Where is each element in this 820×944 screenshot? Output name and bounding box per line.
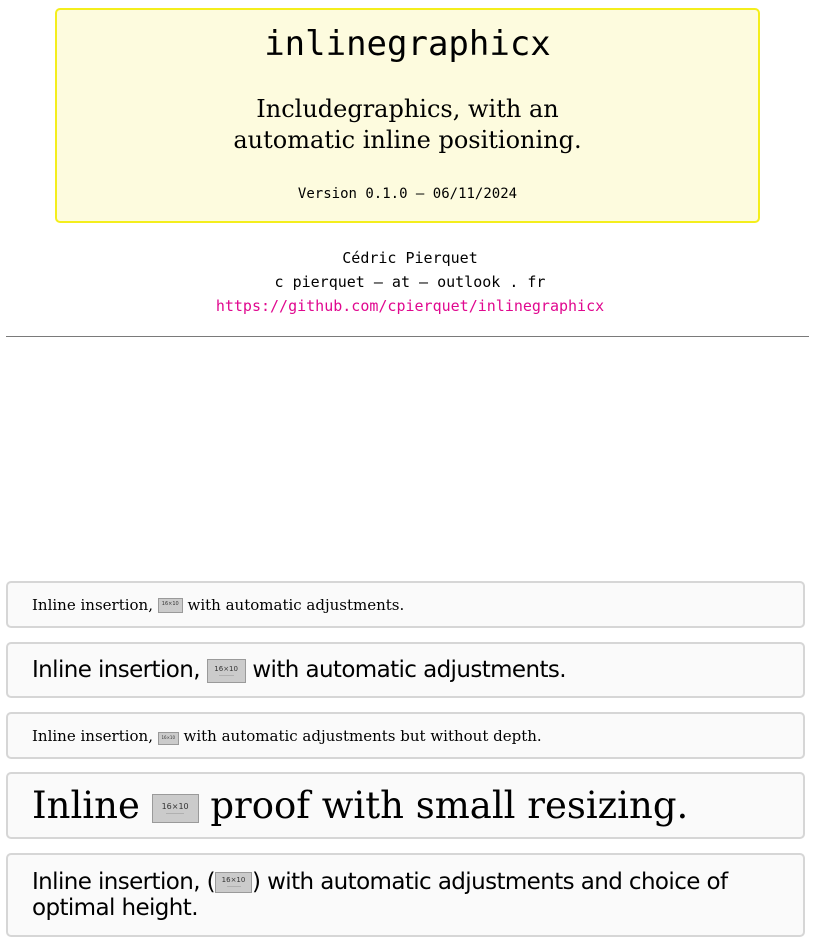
placeholder-caption-line [218,674,234,676]
author-name: Cédric Pierquet [342,249,478,267]
placeholder-caption-line [166,813,185,814]
demo-box-small-resizing: Inline 16×10 proof with small resizing. [6,772,805,839]
demo-text-before: Inline insertion, [32,657,207,683]
demo-text: Inline insertion, 16×10 with automatic a… [32,596,404,614]
demo-box-without-depth: Inline insertion, 16×10 with automatic a… [6,712,805,759]
subtitle-line-1: Includegraphics, with an [256,95,559,123]
demo-text: Inline 16×10 proof with small resizing. [32,784,688,827]
demo-text: Inline insertion, 16×10 with automatic a… [32,727,542,745]
subtitle: Includegraphics, with an automatic inlin… [57,94,758,156]
placeholder-label: 16×10 [161,601,179,607]
demo-text: Inline insertion, (16×10) with automatic… [32,869,785,921]
placeholder-label: 16×10 [214,664,238,673]
demo-text-before: Inline insertion, ( [32,869,216,895]
demo-text-before: Inline [32,784,152,827]
placeholder-image: 16×10 [157,731,179,745]
version-line: Version 0.1.0 – 06/11/2024 [297,186,518,202]
demo-box-sans-large: Inline insertion, 16×10 with automatic a… [6,642,805,698]
placeholder-label: 16×10 [161,734,176,740]
demo-text-after: with automatic adjustments. [182,595,405,614]
placeholder-caption-line [226,886,241,887]
demo-text: Inline insertion, 16×10 with automatic a… [32,657,567,683]
demo-text-after: proof with small resizing. [198,784,689,827]
demo-text-after: with automatic adjustments but without d… [178,726,542,745]
horizontal-rule [6,336,809,337]
demo-box-optimal-height: Inline insertion, (16×10) with automatic… [6,853,805,937]
placeholder-image: 16×10 [215,872,252,893]
title-box: inlinegraphicx Includegraphics, with an … [55,8,760,223]
demo-text-before: Inline insertion, [32,726,158,745]
demo-text-before: Inline insertion, [32,595,158,614]
demo-text-after: with automatic adjustments. [245,657,566,683]
placeholder-label: 16×10 [161,802,189,811]
placeholder-label: 16×10 [221,876,246,884]
demo-box-serif-small: Inline insertion, 16×10 with automatic a… [6,581,805,628]
repository-link[interactable]: https://github.com/cpierquet/inlinegraph… [0,294,820,318]
author-email: c pierquet – at – outlook . fr [274,273,546,291]
package-name: inlinegraphicx [264,24,551,64]
subtitle-line-2: automatic inline positioning. [233,126,582,154]
placeholder-image: 16×10 [157,598,183,613]
placeholder-image: 16×10 [151,794,199,823]
placeholder-image: 16×10 [206,658,246,683]
author-block: Cédric Pierquet c pierquet – at – outloo… [0,246,820,318]
